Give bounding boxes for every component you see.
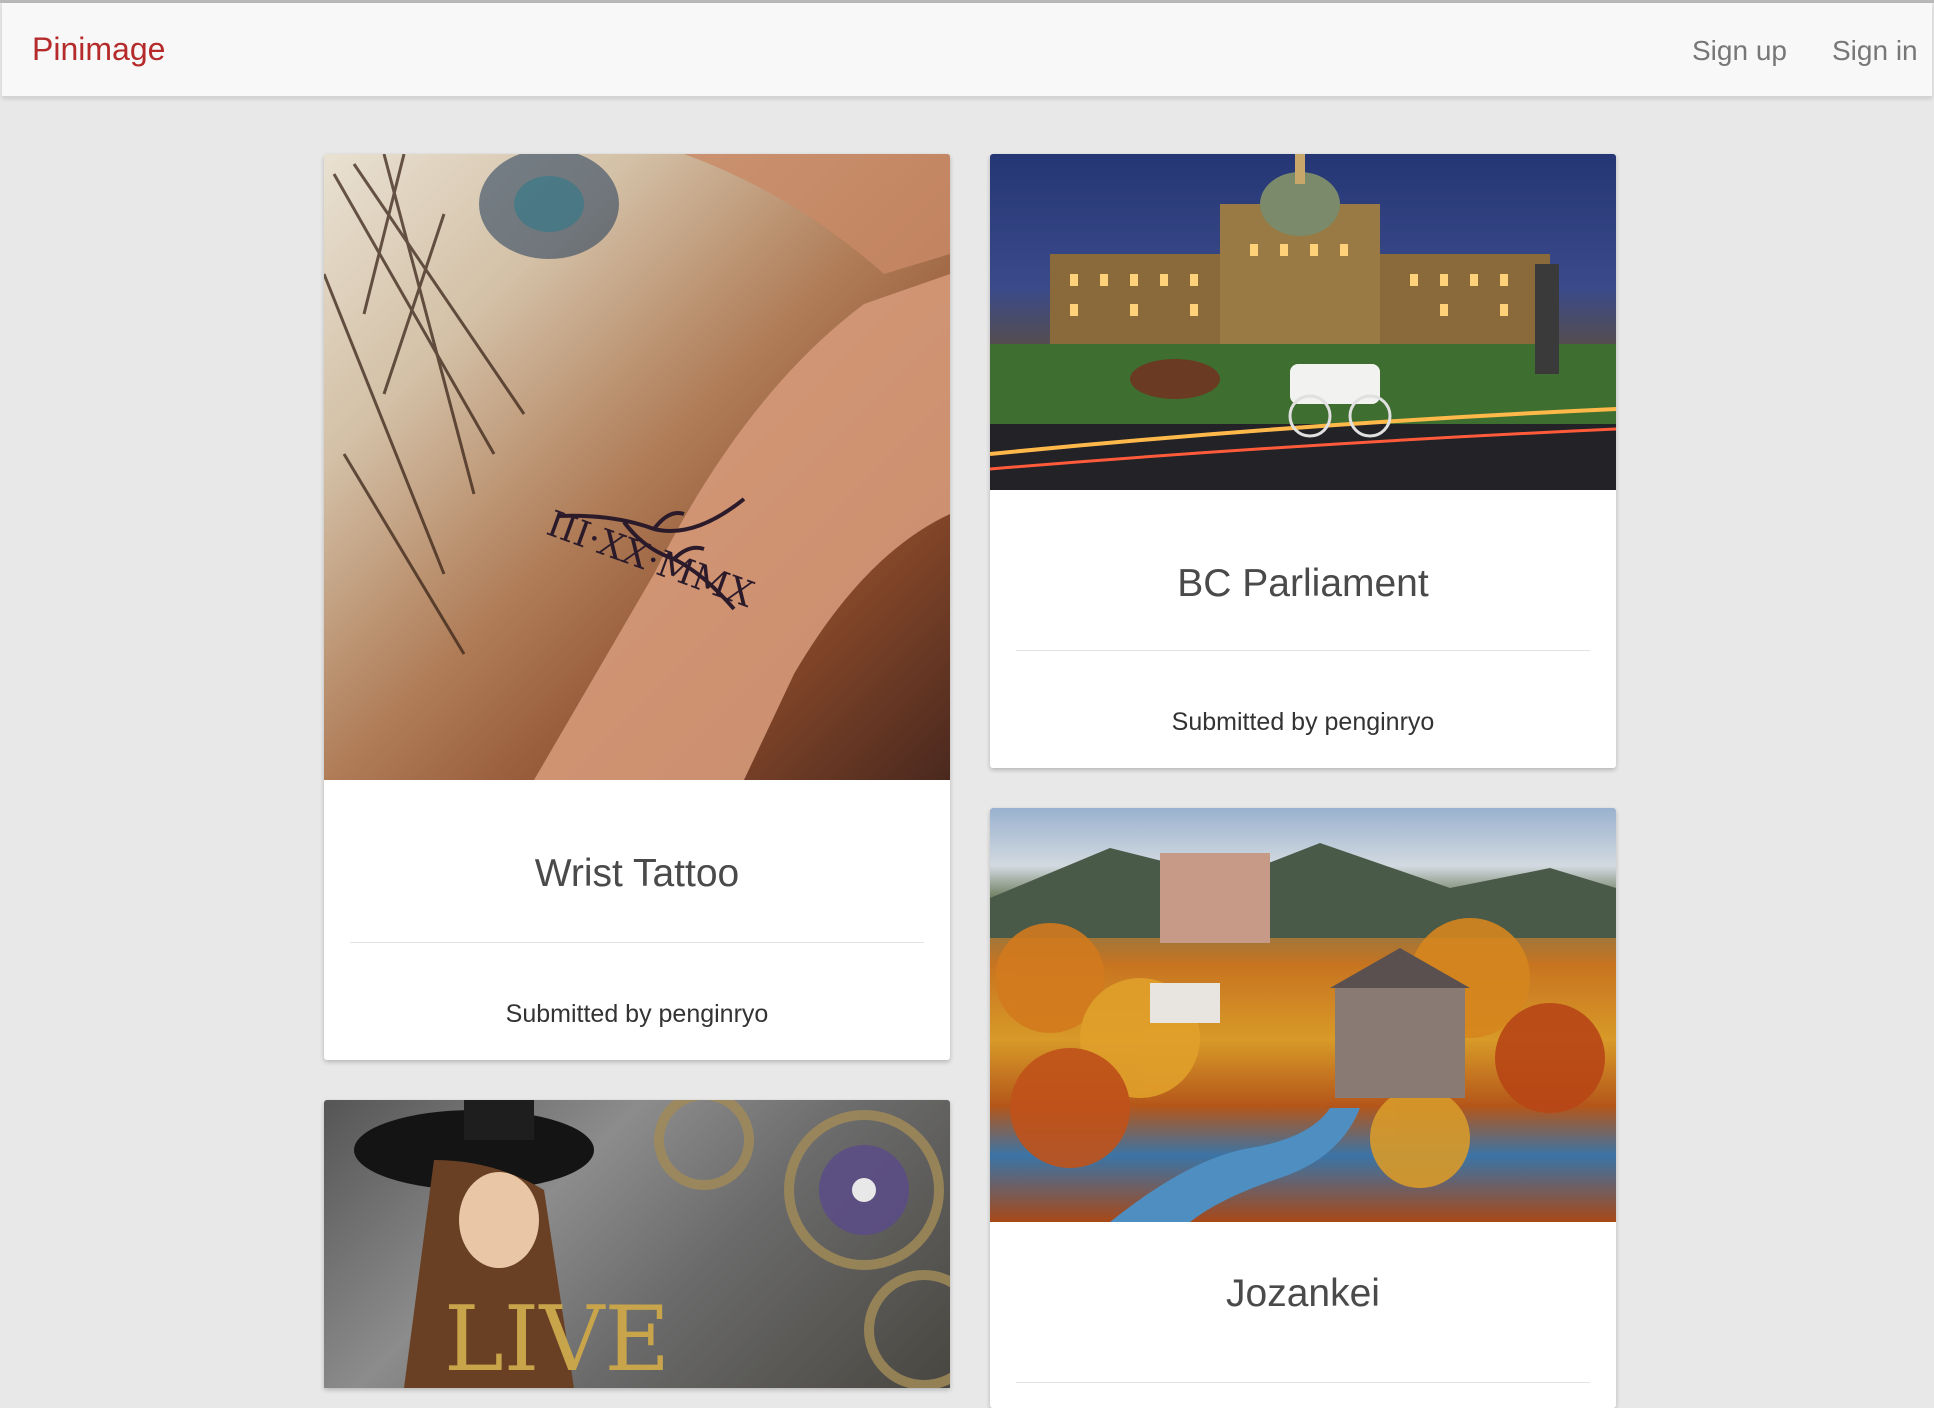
- pin-submitted-by: Submitted by penginryo: [505, 1000, 769, 1028]
- card-divider: [1016, 650, 1590, 651]
- jozankei-illustration: [990, 843, 1616, 1222]
- brand-logo-link[interactable]: Pinimage: [32, 31, 165, 68]
- album-title-art: LIVE: [444, 1287, 670, 1388]
- pin-card[interactable]: LIVE: [324, 1100, 950, 1388]
- sign-in-link[interactable]: Sign in: [1832, 35, 1918, 67]
- pin-image[interactable]: [990, 154, 1616, 490]
- wrist-tattoo-illustration: III·XX·MMX: [324, 154, 950, 780]
- live-album-cover-illustration: LIVE: [354, 1100, 950, 1388]
- pin-title[interactable]: Wrist Tattoo: [324, 852, 950, 896]
- bc-parliament-illustration: [990, 154, 1616, 490]
- pin-card[interactable]: III·XX·MMX Wrist Tattoo Submitted by pen…: [324, 154, 950, 1060]
- pin-submitted-by: Submitted by penginryo: [1171, 708, 1435, 736]
- card-divider: [1016, 1382, 1590, 1383]
- pin-image[interactable]: LIVE: [324, 1100, 950, 1388]
- pin-card[interactable]: BC Parliament Submitted by penginryo: [990, 154, 1616, 768]
- pin-image[interactable]: III·XX·MMX: [324, 154, 950, 780]
- pin-title[interactable]: BC Parliament: [990, 562, 1616, 606]
- sign-up-link[interactable]: Sign up: [1692, 35, 1787, 67]
- pin-title[interactable]: Jozankei: [990, 1272, 1616, 1316]
- pin-card[interactable]: Jozankei: [990, 808, 1616, 1408]
- top-navbar: Pinimage Sign up Sign in: [2, 3, 1932, 97]
- card-divider: [350, 942, 924, 943]
- pin-image[interactable]: [990, 808, 1616, 1222]
